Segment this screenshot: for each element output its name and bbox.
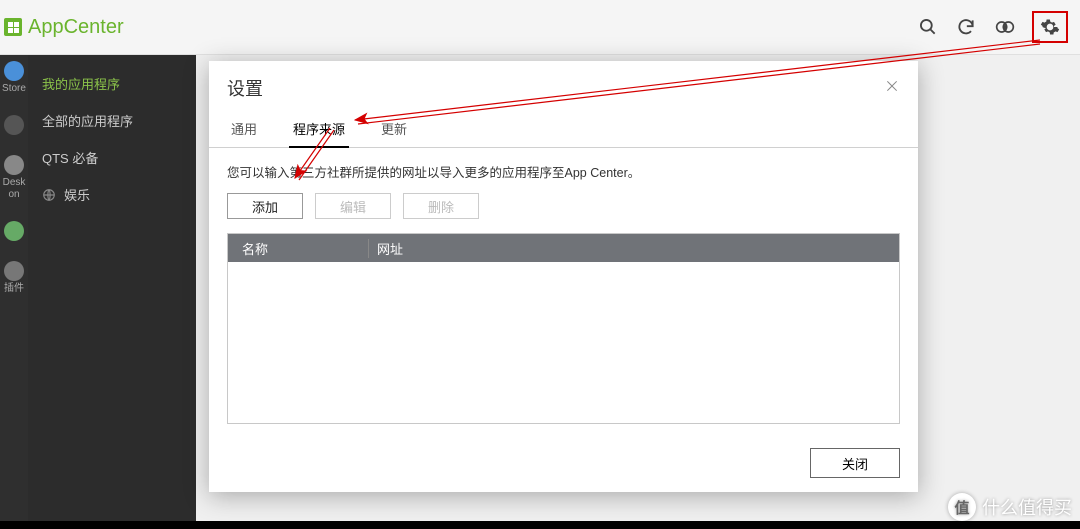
install-manually-icon[interactable] [994, 17, 1016, 37]
table-header-name: 名称 [228, 239, 368, 258]
modal-title: 设置 [227, 75, 884, 101]
close-icon[interactable] [884, 78, 900, 99]
rail-item-3[interactable] [0, 221, 28, 241]
watermark-text: 什么值得买 [982, 494, 1072, 520]
sidebar-item-label: QTS 必备 [42, 148, 98, 167]
sidebar-item-my-apps[interactable]: 我的应用程序 [28, 65, 196, 102]
close-button[interactable]: 关闭 [810, 448, 900, 478]
search-icon[interactable] [918, 17, 938, 37]
globe-icon [42, 188, 56, 202]
settings-modal: 设置 通用 程序来源 更新 您可以输入第三方社群所提供的网址以导入更多的应用程序… [209, 61, 918, 492]
app-logo [4, 18, 22, 36]
refresh-icon[interactable] [956, 17, 976, 37]
sidebar-item-entertainment[interactable]: 娱乐 [28, 176, 196, 213]
table-body-empty [228, 262, 899, 423]
table-header-url: 网址 [368, 239, 899, 258]
delete-button[interactable]: 删除 [403, 193, 479, 219]
app-title: AppCenter [28, 16, 124, 39]
modal-tabs: 通用 程序来源 更新 [209, 113, 918, 148]
gear-icon[interactable] [1032, 11, 1068, 43]
bottom-stripe [0, 521, 1080, 529]
sidebar-item-label: 娱乐 [64, 185, 90, 204]
sidebar-item-label: 全部的应用程序 [42, 111, 133, 130]
tab-general[interactable]: 通用 [227, 113, 261, 147]
topbar: AppCenter [0, 0, 1080, 55]
watermark: 值 什么值得买 [948, 493, 1072, 521]
sidebar-item-label: 我的应用程序 [42, 74, 120, 93]
rail-item-desk[interactable]: Desk on [0, 155, 28, 201]
add-button[interactable]: 添加 [227, 193, 303, 219]
rail-item-1[interactable] [0, 115, 28, 135]
sidebar: 我的应用程序 全部的应用程序 QTS 必备 娱乐 [28, 55, 196, 521]
modal-description: 您可以输入第三方社群所提供的网址以导入更多的应用程序至App Center。 [227, 162, 900, 181]
sidebar-item-qts-essentials[interactable]: QTS 必备 [28, 139, 196, 176]
mini-rail: Store Desk on 插件 [0, 55, 28, 521]
tab-app-repository[interactable]: 程序来源 [289, 113, 349, 148]
watermark-badge: 值 [948, 493, 976, 521]
repo-table: 名称 网址 [227, 233, 900, 424]
tab-update[interactable]: 更新 [377, 113, 411, 147]
edit-button[interactable]: 编辑 [315, 193, 391, 219]
rail-item-plugins[interactable]: 插件 [0, 261, 28, 295]
rail-item-store[interactable]: Store [0, 61, 28, 95]
sidebar-item-all-apps[interactable]: 全部的应用程序 [28, 102, 196, 139]
